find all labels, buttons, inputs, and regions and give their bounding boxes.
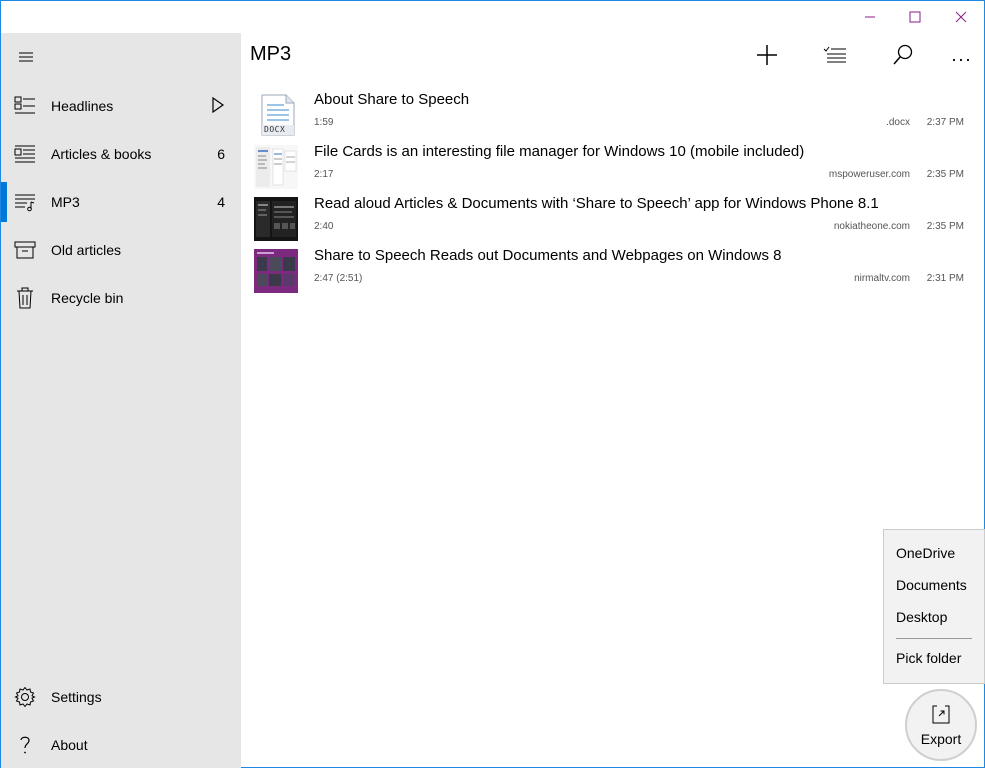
item-duration: 2:47 (2:51) [314, 273, 363, 284]
add-button[interactable] [745, 37, 789, 77]
question-icon [1, 721, 49, 768]
flyout-item-onedrive[interactable]: OneDrive [896, 545, 955, 561]
item-title: Share to Speech Reads out Documents and … [314, 247, 782, 264]
sidebar-item-label: MP3 [51, 194, 80, 210]
article-thumbnail [254, 249, 298, 293]
title-bar [1, 1, 984, 33]
flyout-separator [896, 638, 972, 639]
flyout-item-desktop[interactable]: Desktop [896, 609, 947, 625]
item-time: 2:31 PM [926, 273, 964, 284]
list-item[interactable]: Share to Speech Reads out Documents and … [250, 245, 976, 297]
item-duration: 2:40 [314, 221, 334, 232]
article-thumbnail [254, 197, 298, 241]
hamburger-icon [18, 49, 34, 68]
sidebar-item-label: Settings [51, 689, 102, 705]
item-source: nokiatheone.com [833, 221, 910, 232]
sidebar-item-headlines[interactable]: Headlines [1, 82, 241, 130]
select-list-icon [823, 46, 847, 68]
selection-indicator [1, 182, 7, 222]
item-time: 2:37 PM [926, 117, 964, 128]
mp3-list-icon [1, 178, 49, 226]
flyout-item-documents[interactable]: Documents [896, 577, 967, 593]
sidebar-item-count: 4 [217, 194, 225, 210]
item-time: 2:35 PM [926, 169, 964, 180]
item-duration: 2:17 [314, 169, 334, 180]
article-thumbnail [254, 145, 298, 189]
articles-icon [1, 130, 49, 178]
page-title: MP3 [250, 43, 292, 65]
docx-label: DOCX [264, 125, 286, 134]
archive-icon [1, 226, 49, 274]
flyout-item-pick-folder[interactable]: Pick folder [896, 650, 961, 666]
sidebar-item-articles[interactable]: Articles & books 6 [1, 130, 241, 178]
search-icon [892, 44, 914, 70]
item-source: mspoweruser.com [828, 169, 910, 180]
export-flyout: OneDrive Documents Desktop Pick folder [883, 529, 985, 684]
export-button[interactable]: Export [905, 689, 977, 761]
trash-icon [1, 274, 49, 322]
more-icon [952, 48, 970, 67]
sidebar-item-label: Headlines [51, 98, 114, 114]
play-icon[interactable] [211, 96, 225, 118]
add-icon [756, 44, 778, 70]
export-icon [931, 703, 951, 729]
more-button[interactable] [939, 37, 983, 77]
list-item[interactable]: Read aloud Articles & Documents with ‘Sh… [250, 193, 976, 245]
sidebar-item-mp3[interactable]: MP3 4 [1, 178, 241, 226]
item-duration: 1:59 [314, 117, 334, 128]
item-time: 2:35 PM [926, 221, 964, 232]
close-button[interactable] [938, 1, 984, 33]
sidebar-item-label: Articles & books [51, 146, 152, 162]
headlines-icon [1, 82, 49, 130]
sidebar-item-about[interactable]: About [1, 721, 241, 768]
gear-icon [1, 673, 49, 721]
sidebar-item-count: 6 [217, 146, 225, 162]
select-button[interactable] [813, 37, 857, 77]
sidebar-item-label: Old articles [51, 242, 122, 258]
maximize-button[interactable] [892, 1, 938, 33]
close-icon [955, 11, 967, 23]
minimize-button[interactable] [847, 1, 893, 33]
app-window: Headlines Articles & books 6 MP3 4 Old a… [0, 0, 985, 768]
sidebar-item-settings[interactable]: Settings [1, 673, 241, 721]
item-title: About Share to Speech [314, 91, 470, 108]
item-title: File Cards is an interesting file manage… [314, 143, 805, 160]
sidebar-item-old-articles[interactable]: Old articles [1, 226, 241, 274]
minimize-icon [864, 11, 876, 23]
docx-thumbnail: DOCX [254, 93, 298, 137]
list-item[interactable]: DOCX About Share to Speech 1:59 .docx 2:… [250, 89, 976, 141]
maximize-icon [909, 11, 921, 23]
sidebar-item-label: Recycle bin [51, 290, 124, 306]
item-source: nirmaltv.com [854, 273, 910, 284]
export-label: Export [920, 731, 962, 747]
item-source: .docx [886, 117, 910, 128]
search-button[interactable] [881, 37, 925, 77]
item-title: Read aloud Articles & Documents with ‘Sh… [314, 195, 879, 212]
list-item[interactable]: File Cards is an interesting file manage… [250, 141, 976, 193]
menu-button[interactable] [1, 37, 51, 79]
sidebar-item-label: About [51, 737, 88, 753]
sidebar-item-recycle-bin[interactable]: Recycle bin [1, 274, 241, 322]
